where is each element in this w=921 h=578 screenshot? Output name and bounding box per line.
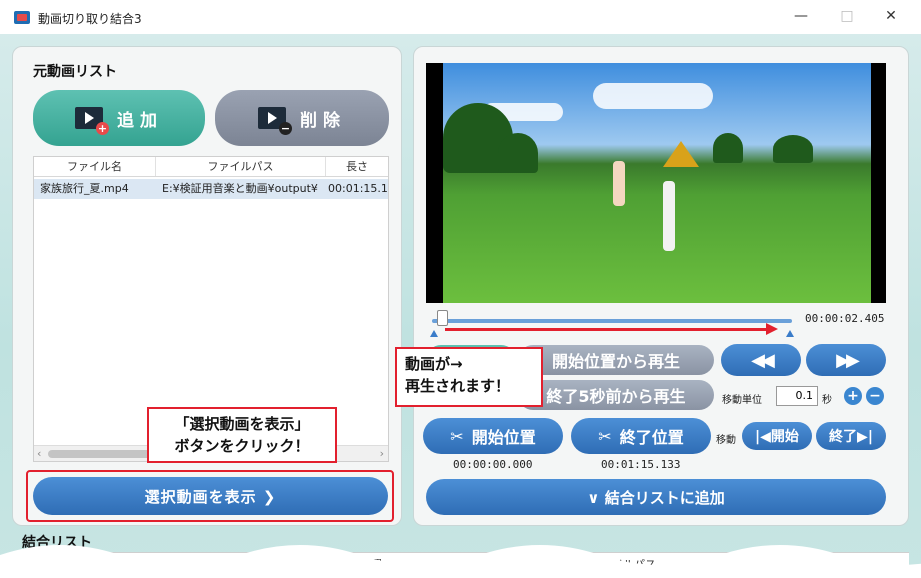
arrow-head-icon (766, 323, 778, 335)
video-preview[interactable] (426, 63, 886, 303)
callout-line: 動画が→ (405, 355, 463, 373)
torn-edge-overlay (0, 545, 921, 578)
maximize-button[interactable]: □ (832, 8, 862, 24)
start-position-time: 00:00:00.000 (453, 458, 533, 471)
app-icon (14, 11, 30, 24)
table-header: ファイル名 ファイルパス 長さ (34, 157, 388, 177)
delete-button-label: 削除 (300, 110, 346, 131)
column-filepath[interactable]: ファイルパス (156, 157, 326, 176)
start-position-label: 開始位置 (471, 428, 536, 447)
set-start-position-button[interactable]: ✂ 開始位置 (423, 418, 563, 454)
scissors-icon: ✂ (450, 426, 464, 446)
move-label: 移動 (716, 435, 736, 446)
minimize-button[interactable]: — (786, 8, 816, 24)
step-unit-seconds: 秒 (822, 395, 832, 406)
title-bar: 動画切り取り結合3 — □ ✕ (0, 0, 921, 34)
delete-video-icon: − (258, 107, 292, 135)
step-decrease-button[interactable]: − (866, 387, 884, 405)
seek-handle[interactable] (437, 310, 448, 326)
rewind-button[interactable]: ◀◀ (721, 344, 801, 376)
play-5s-before-end-button[interactable]: 終了5秒前から再生 (518, 380, 714, 410)
add-to-combine-list-button[interactable]: ∨ 結合リストに追加 (426, 479, 886, 515)
goto-end-button[interactable]: 終了▶| (816, 422, 886, 450)
seek-bar[interactable] (432, 319, 792, 323)
click-instruction-callout: 「選択動画を表示」 ボタンをクリック！ (147, 407, 337, 463)
fast-forward-button[interactable]: ▶▶ (806, 344, 886, 376)
current-time: 00:00:02.405 (805, 312, 885, 325)
step-value-input[interactable]: 0.1 (776, 386, 818, 406)
column-filename[interactable]: ファイル名 (34, 157, 156, 176)
tent-shape (663, 141, 699, 167)
window-title: 動画切り取り結合3 (38, 12, 142, 26)
highlight-frame (26, 470, 394, 522)
rewind-icon: ◀◀ (751, 349, 775, 371)
callout-line: 再生されます！ (405, 377, 511, 395)
source-list-title: 元動画リスト (33, 64, 117, 80)
scroll-left-icon[interactable]: ‹ (37, 447, 41, 460)
column-length[interactable]: 長さ (326, 157, 388, 176)
video-frame-image (443, 63, 871, 303)
add-video-icon: + (75, 107, 109, 135)
end-position-time: 00:01:15.133 (601, 458, 681, 471)
end-marker-icon[interactable] (786, 330, 794, 337)
fast-forward-icon: ▶▶ (836, 349, 860, 371)
scroll-right-icon[interactable]: › (380, 447, 384, 460)
app-window: 動画切り取り結合3 — □ ✕ 元動画リスト + 追加 − 削除 ファイル名 フ… (0, 0, 921, 578)
delete-button[interactable]: − 削除 (215, 90, 389, 146)
cell-filename: 家族旅行_夏.mp4 (40, 182, 129, 195)
playback-arrow (445, 328, 770, 331)
callout-line: 「選択動画を表示」 (174, 415, 310, 433)
start-marker-icon[interactable] (430, 330, 438, 337)
step-unit-label: 移動単位 (722, 395, 762, 406)
goto-start-button[interactable]: |◀開始 (742, 422, 812, 450)
play-from-start-button[interactable]: 開始位置から再生 (518, 345, 714, 375)
callout-line: ボタンをクリック！ (174, 437, 310, 455)
playing-callout: 動画が→ 再生されます！ (395, 347, 543, 407)
add-button-label: 追加 (117, 110, 163, 131)
cell-filepath: E:¥検証用音楽と動画¥output¥ (162, 182, 318, 195)
scissors-icon: ✂ (598, 426, 612, 446)
close-button[interactable]: ✕ (876, 8, 906, 24)
cell-length: 00:01:15.13 (328, 182, 388, 195)
set-end-position-button[interactable]: ✂ 終了位置 (571, 418, 711, 454)
end-position-label: 終了位置 (619, 428, 684, 447)
table-row[interactable]: 家族旅行_夏.mp4 E:¥検証用音楽と動画¥output¥ 00:01:15.… (34, 179, 388, 199)
add-button[interactable]: + 追加 (33, 90, 205, 146)
step-increase-button[interactable]: + (844, 387, 862, 405)
